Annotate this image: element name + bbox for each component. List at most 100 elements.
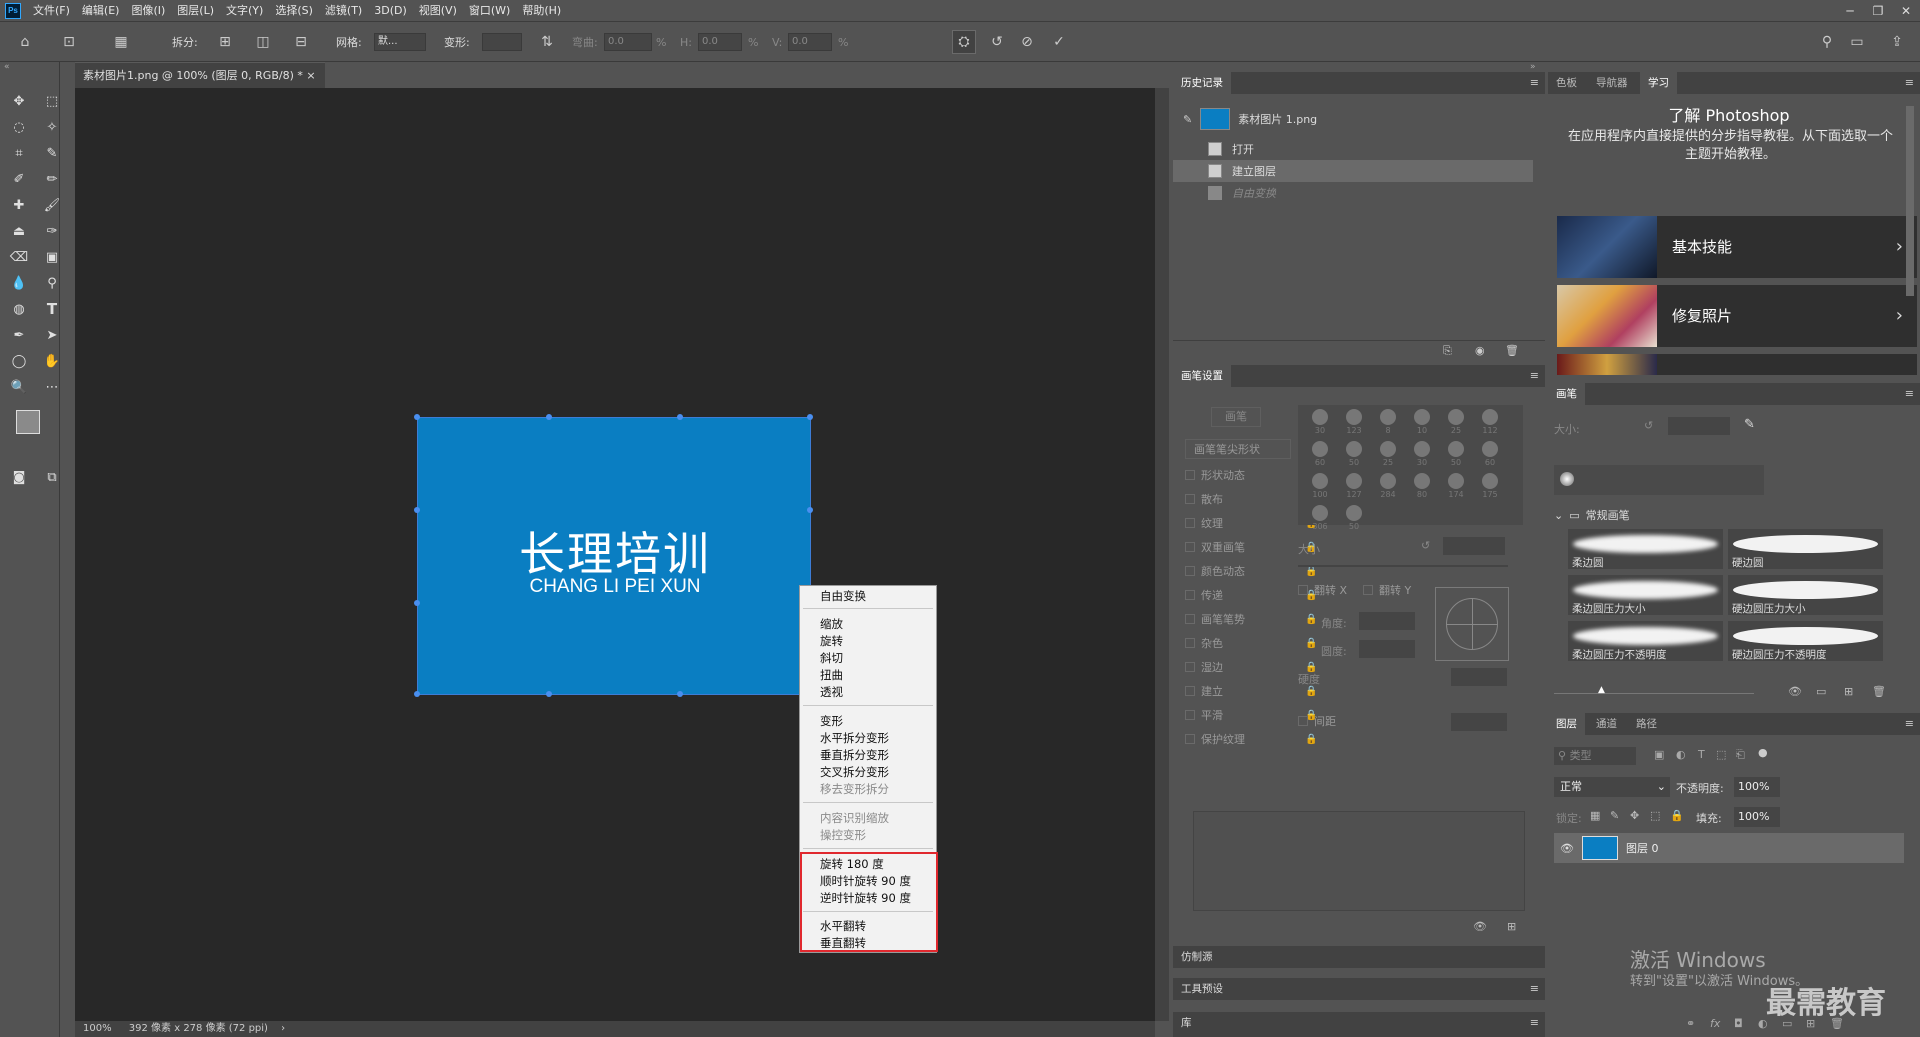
- brush-group-general[interactable]: ⌄ ▭ 常规画笔: [1554, 505, 1914, 525]
- tool-presets-panel[interactable]: 工具预设 ≡: [1173, 978, 1545, 1000]
- snapshot-camera-icon[interactable]: ◉: [1475, 344, 1485, 357]
- brush-preset[interactable]: 284: [1374, 473, 1402, 503]
- brush-preset[interactable]: 8: [1374, 409, 1402, 439]
- fill-input[interactable]: 100%: [1734, 807, 1780, 827]
- tab-brushes[interactable]: 画笔: [1548, 383, 1585, 405]
- brush-option-checkbox[interactable]: [1185, 542, 1195, 552]
- puppet-warp-icon[interactable]: ⛭: [953, 31, 975, 53]
- 3d-object-icon[interactable]: ◍: [7, 298, 31, 320]
- cancel-transform-icon[interactable]: ⊘: [1016, 31, 1038, 53]
- menu-edit[interactable]: 编辑(E): [76, 0, 126, 22]
- brush-preset[interactable]: 25: [1442, 409, 1470, 439]
- library-panel[interactable]: 库 ≡: [1173, 1012, 1545, 1037]
- brush-edit-icon[interactable]: ✎: [1744, 417, 1755, 432]
- hand-tool-icon[interactable]: ✋: [40, 350, 64, 372]
- canvas-image[interactable]: 长理培训 CHANG LI PEI XUN: [414, 414, 813, 697]
- spot-heal-icon[interactable]: ✚: [7, 194, 31, 216]
- pen-tool-icon[interactable]: ✒: [7, 324, 31, 346]
- brush-preset[interactable]: 50: [1442, 441, 1470, 471]
- brush-preset[interactable]: 60: [1306, 441, 1334, 471]
- layer-effects-icon[interactable]: fx: [1710, 1017, 1720, 1030]
- opacity-input[interactable]: 100%: [1734, 777, 1780, 797]
- filter-pixel-icon[interactable]: ▣: [1654, 748, 1664, 761]
- brush-preset[interactable]: 50: [1340, 441, 1368, 471]
- menu-scale[interactable]: 缩放: [820, 616, 843, 633]
- blur-icon[interactable]: 💧: [7, 272, 31, 294]
- brush-preset[interactable]: 60: [1476, 441, 1504, 471]
- eyedropper-icon[interactable]: ✎: [40, 142, 64, 164]
- lock-icon[interactable]: 🔒: [1305, 614, 1317, 625]
- panel-menu-icon[interactable]: ≡: [1530, 369, 1539, 382]
- angle-input[interactable]: [1359, 612, 1415, 630]
- history-step[interactable]: 打开: [1173, 138, 1533, 160]
- history-step[interactable]: 自由变换: [1173, 182, 1533, 204]
- slider-thumb-icon[interactable]: ▲: [1598, 685, 1605, 695]
- lock-icon[interactable]: 🔒: [1305, 638, 1317, 649]
- menu-skew[interactable]: 斜切: [820, 650, 843, 667]
- brush-option-row[interactable]: 散布🔒: [1185, 489, 1317, 509]
- brush-preset[interactable]: 80: [1408, 473, 1436, 503]
- roundness-input[interactable]: [1359, 640, 1415, 658]
- brush-preset[interactable]: 175: [1476, 473, 1504, 503]
- flip-x-option[interactable]: 翻转 X: [1298, 580, 1347, 600]
- brush-preset[interactable]: 306: [1306, 505, 1334, 535]
- transform-handle[interactable]: [414, 691, 420, 697]
- spacing-input[interactable]: [1451, 713, 1507, 731]
- visibility-toggle-icon[interactable]: 👁: [1473, 920, 1487, 933]
- brush-option-row[interactable]: 颜色动态 🔒: [1185, 561, 1317, 581]
- warp-select[interactable]: [482, 33, 522, 51]
- menu-image[interactable]: 图像(I): [125, 0, 171, 22]
- restore-icon[interactable]: ❐: [1864, 0, 1892, 22]
- flip-y-option[interactable]: 翻转 Y: [1363, 580, 1411, 600]
- menu-rotate[interactable]: 旋转: [820, 633, 843, 650]
- brush-option-checkbox[interactable]: [1185, 494, 1195, 504]
- magic-wand-icon[interactable]: ✧: [40, 116, 64, 138]
- transform-handle[interactable]: [677, 414, 683, 420]
- brush-option-row[interactable]: 湿边 🔒: [1185, 657, 1317, 677]
- transform-handle[interactable]: [414, 600, 420, 606]
- tab-layers[interactable]: 图层: [1548, 713, 1585, 735]
- menu-3d[interactable]: 3D(D): [368, 0, 413, 22]
- brush-preset[interactable]: 30: [1408, 441, 1436, 471]
- brush-item[interactable]: 柔边圆压力不透明度: [1568, 621, 1723, 661]
- history-brush-icon[interactable]: ✑: [40, 220, 64, 242]
- brush-tip-shape[interactable]: 画笔笔尖形状: [1185, 439, 1291, 459]
- type-tool-icon[interactable]: T: [40, 298, 64, 320]
- brush-option-row[interactable]: 杂色 🔒: [1185, 633, 1317, 653]
- new-brush-icon[interactable]: ⊞: [1507, 920, 1516, 933]
- marquee-tool-icon[interactable]: ⬚: [40, 90, 64, 112]
- menu-view[interactable]: 视图(V): [413, 0, 463, 22]
- healing-brush-icon[interactable]: ✐: [7, 168, 31, 190]
- learn-card-partial[interactable]: [1557, 354, 1917, 375]
- filter-toggle-icon[interactable]: ●: [1758, 746, 1768, 759]
- brush-size-slider[interactable]: [1554, 693, 1754, 694]
- panel-menu-icon[interactable]: ≡: [1905, 717, 1914, 730]
- tab-channels[interactable]: 通道: [1588, 713, 1625, 735]
- brush-option-checkbox[interactable]: [1185, 638, 1195, 648]
- quick-mask-icon[interactable]: ◙: [7, 466, 31, 488]
- learn-card-fix-photos[interactable]: 修复照片 ›: [1557, 285, 1917, 347]
- angle-roundness-preview[interactable]: [1435, 587, 1509, 661]
- brush-option-row[interactable]: 画笔笔势 🔒: [1185, 609, 1317, 629]
- brush-presets-button[interactable]: 画笔: [1211, 407, 1261, 427]
- expand-panels-icon[interactable]: »: [1530, 62, 1536, 72]
- lasso-tool-icon[interactable]: ◌: [7, 116, 31, 138]
- grid-select[interactable]: 默...: [374, 33, 426, 51]
- trash-icon[interactable]: 🗑: [1872, 685, 1886, 698]
- menu-horizontal-split-warp[interactable]: 水平拆分变形: [820, 730, 889, 747]
- clone-source-panel[interactable]: 仿制源: [1173, 946, 1545, 968]
- undo-icon[interactable]: ↺: [986, 31, 1008, 53]
- brush-option-row[interactable]: 建立 🔒: [1185, 681, 1317, 701]
- panel-menu-icon[interactable]: ≡: [1530, 76, 1539, 89]
- panel-menu-icon[interactable]: ≡: [1905, 76, 1914, 89]
- menu-layer[interactable]: 图层(L): [171, 0, 220, 22]
- pencil-icon[interactable]: ✏: [40, 168, 64, 190]
- tab-navigator[interactable]: 导航器: [1588, 72, 1636, 94]
- brush-option-row[interactable]: 平滑 🔒: [1185, 705, 1317, 725]
- brush-option-row[interactable]: 形状动态🔒: [1185, 465, 1317, 485]
- transform-handle[interactable]: [677, 691, 683, 697]
- menu-free-transform[interactable]: 自由变换: [820, 588, 866, 605]
- brush-preset[interactable]: 123: [1340, 409, 1368, 439]
- lock-artboard-icon[interactable]: ⬚: [1650, 809, 1660, 822]
- brush-option-checkbox[interactable]: [1185, 710, 1195, 720]
